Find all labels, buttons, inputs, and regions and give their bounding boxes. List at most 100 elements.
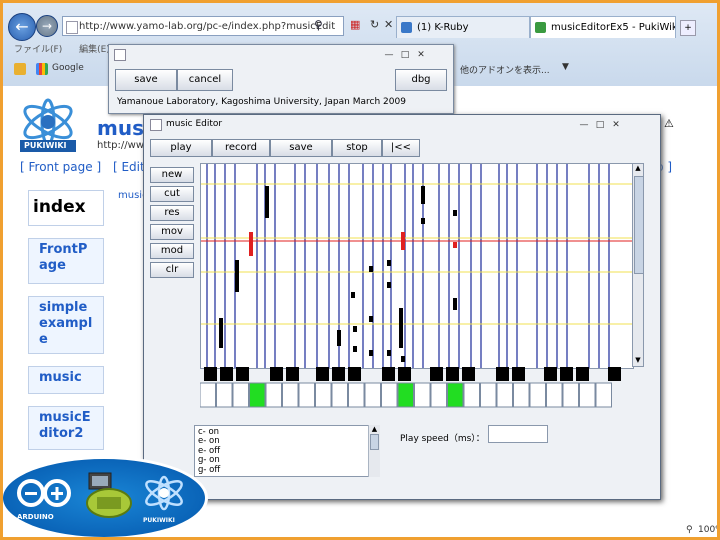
score-grid (201, 164, 633, 368)
java-icon (114, 49, 126, 61)
black-key (382, 367, 395, 381)
note (453, 298, 457, 310)
maximize-icon[interactable]: □ (397, 50, 413, 60)
pukiwiki-small-logo (145, 475, 183, 511)
clr-button[interactable]: clr (150, 262, 194, 278)
black-key (270, 367, 283, 381)
white-key (463, 382, 480, 408)
speed-input[interactable] (488, 425, 548, 443)
search-icon[interactable]: ⚲ (314, 18, 323, 32)
sidebar-item-frontpage[interactable]: FrontPage (28, 238, 104, 284)
mod-button[interactable]: mod (150, 243, 194, 259)
white-key (331, 382, 348, 408)
minimize-icon[interactable]: — (381, 50, 397, 60)
res-button[interactable]: res (150, 205, 194, 221)
favorite-google[interactable]: Google (52, 63, 84, 73)
address-bar[interactable]: http://www.yamo-lab.org/pc-e/index.php?m… (62, 16, 344, 36)
pukiwiki-logo: PUKIWIKI (18, 94, 94, 156)
white-key (315, 382, 332, 408)
nav-edit[interactable]: [ Edit (113, 160, 145, 174)
menu-edit[interactable]: 編集(E) (79, 45, 110, 55)
music-editor-window: music Editor — □ ✕ ⚠ play record save stop… (143, 114, 674, 500)
note (369, 316, 373, 322)
arduino-text: ARDUINO (17, 513, 54, 521)
sidebar-item-music[interactable]: music (28, 366, 104, 394)
new-tab-icon[interactable]: + (680, 20, 696, 36)
cancel-button[interactable]: cancel (177, 69, 233, 91)
scroll-up-icon[interactable]: ▲ (633, 164, 643, 174)
zoom-icon: ⚲ (686, 525, 693, 535)
black-key (348, 367, 361, 381)
scroll-thumb[interactable] (370, 434, 379, 450)
tab-kruby[interactable]: (1) K-Ruby (396, 16, 530, 38)
save-button[interactable]: save (270, 139, 332, 157)
black-key (332, 367, 345, 381)
menu-bar: ファイル(F) 編集(E) (14, 42, 110, 56)
refresh-icon[interactable]: ↻ (370, 18, 379, 31)
scroll-down-icon[interactable]: ▼ (633, 356, 643, 366)
cut-button[interactable]: cut (150, 186, 194, 202)
white-key (397, 382, 414, 408)
compat-icon[interactable]: ▦ (350, 18, 360, 31)
note (369, 350, 373, 356)
mov-button[interactable]: mov (150, 224, 194, 240)
piano-keyboard[interactable] (199, 367, 660, 409)
log-line: g- off (198, 464, 221, 475)
stop-button[interactable]: stop (332, 139, 382, 157)
record-button[interactable]: record (212, 139, 270, 157)
score-scrollbar[interactable]: ▲ ▼ (632, 163, 644, 367)
chevron-down-icon[interactable]: ▼ (562, 62, 569, 72)
black-key (430, 367, 443, 381)
note (337, 330, 341, 346)
forward-button[interactable]: → (36, 15, 58, 37)
active-note (453, 242, 457, 248)
log-scrollbar[interactable]: ▲ (368, 425, 380, 477)
minimize-icon[interactable]: — (576, 120, 592, 130)
window-controls: — □ ✕ (576, 117, 624, 130)
sidebar-item-simpleexample[interactable]: simpleexample (28, 296, 104, 354)
arduino-logo (17, 479, 71, 507)
score-canvas[interactable] (200, 163, 634, 369)
active-note (249, 232, 253, 256)
white-key (232, 382, 249, 408)
tab-label: musicEditorEx5 - PukiWiki (551, 22, 676, 33)
warning-icon: ⚠ (664, 117, 674, 130)
close-icon[interactable]: ✕ (413, 50, 429, 60)
tab-musiceditor[interactable]: musicEditorEx5 - PukiWiki (530, 16, 676, 38)
back-button[interactable]: ← (8, 13, 36, 41)
note (453, 210, 457, 216)
menu-file[interactable]: ファイル(F) (14, 45, 62, 55)
white-key (364, 382, 381, 408)
white-key (496, 382, 513, 408)
scroll-thumb[interactable] (634, 176, 644, 274)
black-key (496, 367, 509, 381)
maximize-icon[interactable]: □ (592, 120, 608, 130)
black-key (512, 367, 525, 381)
window-controls: — □ ✕ (381, 47, 429, 60)
new-button[interactable]: new (150, 167, 194, 183)
note (353, 346, 357, 352)
status-bar: ⚲ 100% (0, 522, 720, 540)
black-key (204, 367, 217, 381)
sidebar-index: index (28, 190, 104, 226)
zoom-level[interactable]: 100% (698, 525, 720, 535)
dbg-button[interactable]: dbg (395, 69, 447, 91)
rewind-button[interactable]: |<< (382, 139, 420, 157)
speed-label: Play speed（ms）： (400, 434, 485, 444)
white-key (447, 382, 464, 408)
play-button[interactable]: play (150, 139, 212, 157)
note (401, 356, 405, 362)
close-icon[interactable]: ✕ (384, 18, 393, 31)
scroll-up-icon[interactable]: ▲ (369, 425, 380, 433)
white-key (480, 382, 497, 408)
close-icon[interactable]: ✕ (608, 120, 624, 130)
window-title: music Editor (166, 119, 223, 129)
nav-front-page[interactable]: [ Front page ] (20, 160, 101, 174)
save-button[interactable]: save (115, 69, 177, 91)
favorite-addons[interactable]: 他のアドオンを表示... (460, 63, 550, 76)
white-key (216, 382, 233, 408)
dialog-footer: Yamanoue Laboratory, Kagoshima Universit… (117, 97, 406, 107)
sidebar-item-musiceditor2[interactable]: musicEditor2 (28, 406, 104, 450)
black-key (544, 367, 557, 381)
arrow-left-icon: ← (15, 17, 29, 36)
